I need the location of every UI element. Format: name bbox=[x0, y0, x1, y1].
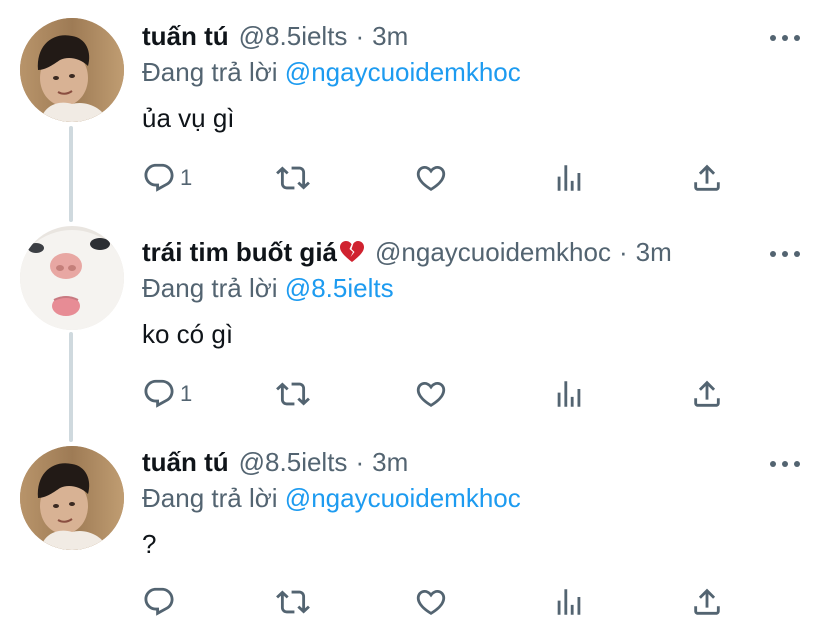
avatar[interactable] bbox=[20, 18, 124, 122]
analytics-button[interactable] bbox=[552, 376, 586, 412]
user-handle[interactable]: @ngaycuoidemkhoc bbox=[375, 234, 611, 270]
analytics-icon bbox=[552, 161, 586, 195]
retweet-button[interactable] bbox=[276, 160, 310, 196]
tweet-thread: tuấn tú @8.5ielts · 3m Đang trả lời @nga… bbox=[0, 0, 828, 633]
display-name[interactable]: tuấn tú bbox=[142, 444, 229, 480]
replying-to-link[interactable]: @ngaycuoidemkhoc bbox=[285, 483, 521, 513]
share-icon bbox=[690, 585, 724, 619]
reply-icon bbox=[142, 377, 176, 411]
analytics-button[interactable] bbox=[552, 584, 586, 620]
tweet-text: ko có gì bbox=[142, 319, 234, 349]
tweet-text: ? bbox=[142, 529, 157, 559]
user-handle[interactable]: @8.5ielts bbox=[239, 18, 348, 54]
user-handle[interactable]: @8.5ielts bbox=[239, 444, 348, 480]
tweet[interactable]: tuấn tú @8.5ielts · 3m Đang trả lời @nga… bbox=[0, 0, 828, 216]
display-name[interactable]: tuấn tú bbox=[142, 18, 229, 54]
more-icon[interactable] bbox=[770, 33, 800, 43]
like-icon bbox=[414, 161, 448, 195]
reply-icon bbox=[142, 585, 176, 619]
reply-icon bbox=[142, 161, 176, 195]
like-button[interactable] bbox=[414, 584, 448, 620]
analytics-icon bbox=[552, 377, 586, 411]
replying-to-label: Đang trả lời bbox=[142, 273, 278, 303]
replying-to-link[interactable]: @ngaycuoidemkhoc bbox=[285, 57, 521, 87]
tweet[interactable]: trái tim buốt giá @ngaycuoidemkhoc · 3m … bbox=[0, 216, 828, 432]
avatar-image bbox=[20, 18, 124, 122]
more-icon[interactable] bbox=[770, 249, 800, 259]
analytics-icon bbox=[552, 585, 586, 619]
replying-to-link[interactable]: @8.5ielts bbox=[285, 273, 394, 303]
share-button[interactable] bbox=[690, 584, 724, 620]
reply-count: 1 bbox=[180, 165, 193, 190]
timestamp[interactable]: 3m bbox=[636, 234, 672, 270]
like-icon bbox=[414, 377, 448, 411]
retweet-icon bbox=[276, 161, 310, 195]
retweet-button[interactable] bbox=[276, 584, 310, 620]
reply-count: 1 bbox=[180, 381, 193, 406]
share-button[interactable] bbox=[690, 160, 724, 196]
replying-to: Đang trả lời @ngaycuoidemkhoc bbox=[142, 54, 808, 90]
avatar-image bbox=[20, 226, 124, 330]
separator-dot: · bbox=[618, 237, 628, 267]
avatar[interactable] bbox=[20, 226, 124, 330]
like-icon bbox=[414, 585, 448, 619]
reply-button[interactable]: 1 bbox=[142, 160, 192, 196]
avatar[interactable] bbox=[20, 446, 124, 550]
timestamp[interactable]: 3m bbox=[372, 18, 408, 54]
action-bar: 1 bbox=[142, 376, 742, 412]
more-icon[interactable] bbox=[770, 459, 800, 469]
timestamp[interactable]: 3m bbox=[372, 444, 408, 480]
broken-heart-icon bbox=[339, 240, 365, 264]
like-button[interactable] bbox=[414, 376, 448, 412]
share-icon bbox=[690, 377, 724, 411]
tweet[interactable]: tuấn tú @8.5ielts · 3m Đang trả lời @nga… bbox=[0, 426, 828, 633]
action-bar: 1 bbox=[142, 160, 742, 196]
share-button[interactable] bbox=[690, 376, 724, 412]
avatar-image bbox=[20, 446, 124, 550]
replying-to-label: Đang trả lời bbox=[142, 57, 278, 87]
display-name[interactable]: trái tim buốt giá bbox=[142, 234, 337, 270]
replying-to: Đang trả lời @ngaycuoidemkhoc bbox=[142, 480, 808, 516]
retweet-button[interactable] bbox=[276, 376, 310, 412]
retweet-icon bbox=[276, 585, 310, 619]
action-bar bbox=[142, 584, 742, 620]
analytics-button[interactable] bbox=[552, 160, 586, 196]
share-icon bbox=[690, 161, 724, 195]
separator-dot: · bbox=[355, 447, 365, 477]
reply-button[interactable]: 1 bbox=[142, 376, 192, 412]
separator-dot: · bbox=[355, 21, 365, 51]
replying-to: Đang trả lời @8.5ielts bbox=[142, 270, 808, 306]
tweet-text: ủa vụ gì bbox=[142, 103, 235, 133]
reply-button[interactable] bbox=[142, 584, 180, 620]
like-button[interactable] bbox=[414, 160, 448, 196]
replying-to-label: Đang trả lời bbox=[142, 483, 278, 513]
retweet-icon bbox=[276, 377, 310, 411]
